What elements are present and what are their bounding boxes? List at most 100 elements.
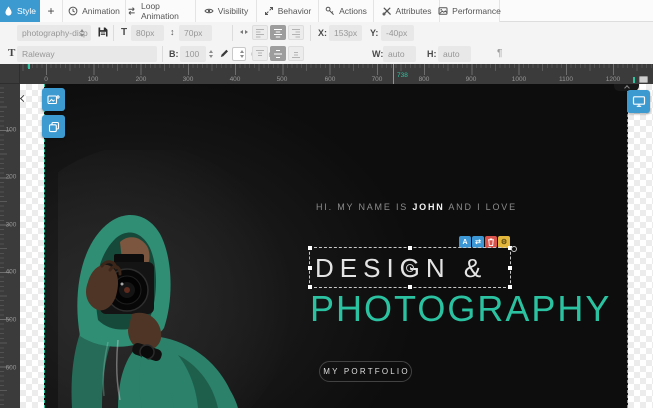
ruler-label: 800 bbox=[419, 76, 430, 83]
portfolio-button-label: MY PORTFOLIO bbox=[321, 367, 410, 376]
ruler-label: 600 bbox=[6, 365, 17, 372]
slide-edge-tick bbox=[28, 64, 30, 69]
line-height-field[interactable]: 70px bbox=[179, 25, 212, 41]
title-line1[interactable]: DESIGN & bbox=[315, 250, 487, 286]
style-toolbar: T photography-disp T 80px ↕ 70px X: 153p… bbox=[0, 22, 653, 64]
add-image-button[interactable] bbox=[42, 88, 65, 111]
tab-attributes[interactable]: Attributes bbox=[374, 0, 440, 22]
height-label: H: bbox=[427, 49, 437, 59]
ruler-label: 600 bbox=[325, 76, 336, 83]
tab-label: + bbox=[47, 4, 54, 18]
save-icon[interactable] bbox=[97, 26, 109, 38]
tab-actions[interactable]: Actions bbox=[319, 0, 374, 22]
tab-style[interactable]: Style bbox=[0, 0, 40, 22]
eye-icon bbox=[204, 6, 214, 16]
pasteboard-right bbox=[628, 84, 653, 408]
photographer-image[interactable] bbox=[58, 150, 308, 408]
valign-top-icon bbox=[255, 49, 265, 59]
font-size-icon: T bbox=[121, 27, 127, 38]
align-left-icon bbox=[255, 28, 265, 38]
font-family-input[interactable]: Raleway bbox=[17, 46, 157, 62]
pen-icon[interactable] bbox=[219, 48, 229, 58]
pasteboard-left bbox=[20, 84, 44, 408]
ruler-label: 1000 bbox=[512, 76, 526, 83]
key-icon bbox=[325, 6, 335, 16]
transform-anchor[interactable] bbox=[406, 264, 414, 272]
valign-middle-icon bbox=[273, 49, 283, 59]
tab-label: Actions bbox=[339, 6, 367, 16]
tab-label: Loop Animation bbox=[141, 1, 195, 21]
select-stepper-icon bbox=[80, 29, 84, 37]
portfolio-button[interactable]: MY PORTFOLIO bbox=[319, 361, 412, 382]
image-icon bbox=[438, 6, 448, 16]
ruler-label: 300 bbox=[6, 222, 17, 229]
loop-icon bbox=[126, 6, 137, 16]
cursor-guide-line bbox=[393, 64, 394, 84]
headline-text[interactable]: HI. MY NAME IS JOHN AND I LOVE bbox=[316, 202, 517, 212]
paragraph-icon[interactable]: ¶ bbox=[497, 48, 502, 59]
resize-handle[interactable] bbox=[308, 266, 312, 270]
ruler-label: 1200 bbox=[606, 76, 620, 83]
drop-icon bbox=[4, 6, 13, 16]
align-left-button[interactable] bbox=[252, 25, 268, 40]
tools-icon bbox=[382, 6, 392, 16]
font-size-field[interactable]: 80px bbox=[131, 25, 164, 41]
slide[interactable]: HI. MY NAME IS JOHN AND I LOVE A ⇄ ⚙ DES… bbox=[44, 84, 628, 408]
y-position-field[interactable]: -40px bbox=[381, 25, 414, 41]
ruler-widget[interactable] bbox=[639, 76, 648, 83]
tab-performance[interactable]: Performance bbox=[440, 0, 500, 22]
weight-stepper[interactable] bbox=[209, 50, 213, 58]
font-weight-field[interactable]: 100 bbox=[180, 46, 206, 62]
duplicate-icon bbox=[48, 121, 60, 133]
ruler-label: 200 bbox=[6, 174, 17, 181]
tab-loop-animation[interactable]: Loop Animation bbox=[126, 0, 196, 22]
x-label: X: bbox=[318, 28, 327, 38]
valign-bottom-button[interactable] bbox=[288, 46, 304, 61]
height-field[interactable]: auto bbox=[438, 46, 471, 62]
valign-bottom-icon bbox=[291, 49, 301, 59]
align-right-icon bbox=[291, 28, 301, 38]
align-right-button[interactable] bbox=[288, 25, 304, 40]
align-center-button[interactable] bbox=[270, 25, 286, 40]
ruler-label: 100 bbox=[6, 127, 17, 134]
nudge-arrows-icon[interactable] bbox=[240, 30, 248, 34]
ruler-label: 300 bbox=[183, 76, 194, 83]
horizontal-ruler[interactable]: 0 100 200 300 400 500 600 700 800 900 10… bbox=[0, 64, 653, 84]
y-label: Y: bbox=[370, 28, 378, 38]
gear-icon: ⚙ bbox=[501, 238, 507, 246]
ruler-label: 400 bbox=[230, 76, 241, 83]
selected-title-element[interactable]: DESIGN & bbox=[309, 247, 511, 288]
x-position-field[interactable]: 153px bbox=[329, 25, 362, 41]
weight-label: B: bbox=[169, 49, 179, 59]
headline-name: JOHN bbox=[412, 202, 444, 212]
line-height-icon: ↕ bbox=[170, 27, 175, 37]
tab-bar: Style + Animation Loop Animation Visibil… bbox=[0, 0, 653, 22]
add-image-icon bbox=[47, 94, 60, 106]
valign-middle-button[interactable] bbox=[270, 46, 286, 61]
tab-visibility[interactable]: Visibility bbox=[196, 0, 257, 22]
tab-animation[interactable]: Animation bbox=[63, 0, 126, 22]
tab-label: Behavior bbox=[278, 6, 312, 16]
tab-label: Style bbox=[17, 6, 36, 16]
ruler-label: 0 bbox=[44, 76, 48, 83]
tab-behavior[interactable]: Behavior bbox=[257, 0, 319, 22]
rotate-handle[interactable] bbox=[511, 246, 517, 252]
title-line2[interactable]: PHOTOGRAPHY bbox=[310, 287, 611, 331]
resize-handle[interactable] bbox=[508, 266, 512, 270]
valign-stepper[interactable] bbox=[240, 50, 244, 58]
vertical-ruler[interactable]: 100 200 300 400 500 600 bbox=[0, 84, 20, 408]
tab-label: Animation bbox=[82, 6, 120, 16]
valign-top-button[interactable] bbox=[252, 46, 268, 61]
trash-icon bbox=[486, 237, 496, 247]
resize-handle[interactable] bbox=[308, 246, 312, 250]
resize-handle[interactable] bbox=[408, 246, 412, 250]
preview-button[interactable] bbox=[627, 90, 650, 113]
width-field[interactable]: auto bbox=[383, 46, 416, 62]
divider bbox=[232, 25, 233, 41]
tab-label: Visibility bbox=[218, 6, 249, 16]
swap-icon: ⇄ bbox=[475, 238, 481, 246]
ruler-label: 100 bbox=[88, 76, 99, 83]
tab-add[interactable]: + bbox=[40, 0, 63, 22]
text-style-select[interactable]: photography-disp bbox=[17, 25, 91, 41]
duplicate-button[interactable] bbox=[42, 115, 65, 138]
